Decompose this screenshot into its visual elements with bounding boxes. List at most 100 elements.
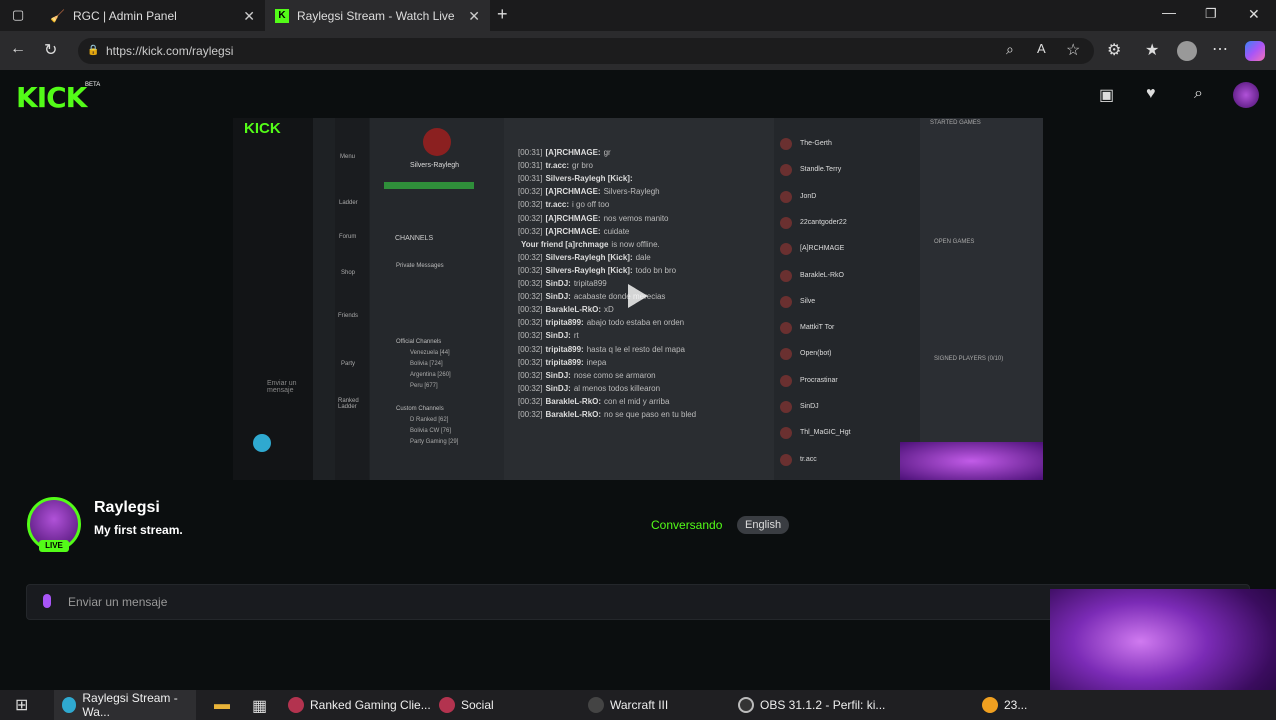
chat-time: [00:32] bbox=[518, 279, 543, 288]
video-chat-line: [00:32] [A]RCHMAGE: Silvers-Raylegh bbox=[518, 187, 660, 196]
video-user-avatar-icon bbox=[780, 138, 792, 150]
refresh-icon[interactable]: ↻ bbox=[44, 40, 57, 60]
taskbar-item-obs[interactable]: OBS 31.1.2 - Perfil: ki... bbox=[738, 690, 885, 720]
restore-icon[interactable]: ❐ bbox=[1205, 6, 1217, 22]
video-user-avatar-icon bbox=[780, 190, 792, 203]
new-tab-icon[interactable]: + bbox=[497, 4, 508, 25]
chat-time: [00:32] bbox=[518, 292, 543, 302]
copilot-icon[interactable] bbox=[1245, 41, 1265, 61]
chat-time: [00:31] bbox=[518, 174, 543, 184]
chat-user: Your friend [a]rchmage bbox=[521, 239, 609, 249]
favorite-star-icon[interactable]: ☆ bbox=[1066, 40, 1080, 60]
calendar-icon[interactable]: ▣ bbox=[1099, 85, 1114, 105]
start-menu-icon[interactable]: ⊞ bbox=[15, 695, 28, 715]
microphone-icon[interactable] bbox=[43, 594, 51, 608]
video-user-name: MattkiT Tor bbox=[800, 324, 835, 332]
extensions-icon[interactable]: ⚙ bbox=[1107, 40, 1121, 60]
video-chat-line: [00:32] SinDJ: tripita899 bbox=[518, 279, 607, 288]
calculator-icon[interactable]: ▦ bbox=[252, 696, 267, 716]
video-chat-line: [00:32] [A]RCHMAGE: cuidate bbox=[518, 227, 629, 236]
video-chat-line: [00:32] BarakleL-RkO: con el mid y arriba bbox=[518, 397, 669, 406]
url-field[interactable]: 🔒 https://kick.com/raylegsi bbox=[78, 38, 1094, 64]
user-avatar[interactable] bbox=[1233, 82, 1259, 108]
broom-icon: 🧹 bbox=[50, 8, 65, 23]
video-user-avatar-icon bbox=[780, 348, 792, 361]
chat-time: [00:32] bbox=[518, 331, 543, 341]
zoom-icon[interactable]: ⌕ bbox=[1006, 41, 1014, 58]
video-channel-item: Peru [677] bbox=[410, 383, 438, 389]
tab-actions-icon[interactable]: ▢ bbox=[12, 7, 24, 23]
chat-message: acabaste donde merecias bbox=[573, 292, 666, 302]
play-icon[interactable] bbox=[628, 284, 648, 308]
chat-user: SinDJ: bbox=[545, 331, 571, 341]
chat-user: SinDJ: bbox=[545, 279, 571, 288]
video-user-avatar-icon bbox=[780, 401, 792, 413]
video-player[interactable]: KICK Enviar un mensaje Menu Ladder Forum… bbox=[233, 118, 1043, 480]
video-official-header: Official Channels bbox=[396, 339, 442, 345]
tab-admin-panel[interactable]: 🧹 RGC | Admin Panel ✕ bbox=[40, 0, 265, 31]
video-user-name: BarakleL-RkO bbox=[800, 271, 844, 279]
close-window-icon[interactable]: ✕ bbox=[1248, 6, 1260, 23]
weather-widget[interactable]: 23... bbox=[982, 690, 1027, 720]
more-menu-icon[interactable]: ⋯ bbox=[1212, 39, 1228, 59]
heart-icon[interactable]: ♥ bbox=[1146, 85, 1156, 103]
chat-time: [00:32] bbox=[518, 252, 543, 262]
profile-avatar[interactable] bbox=[1177, 41, 1197, 61]
weather-icon bbox=[982, 697, 998, 713]
language-tag[interactable]: English bbox=[737, 516, 790, 534]
close-tab-icon[interactable]: ✕ bbox=[243, 8, 255, 25]
kick-logo[interactable]: KICK bbox=[16, 81, 87, 114]
chat-message: nos vemos manito bbox=[603, 213, 669, 223]
video-chat-line: [00:32] tripita899: abajo todo estaba en o… bbox=[518, 318, 684, 327]
video-chat-line: [00:31] [A]RCHMAGE: gr bbox=[518, 148, 611, 157]
chat-time: [00:31] bbox=[518, 161, 543, 171]
chat-time: [00:32] bbox=[518, 318, 543, 328]
chat-message: dale bbox=[635, 252, 651, 262]
video-channel-item: Party Gaming [29] bbox=[410, 439, 459, 445]
nav-label: Ranked Ladder bbox=[338, 398, 359, 410]
video-chat-placeholder: Enviar un mensaje bbox=[267, 380, 297, 394]
category-link[interactable]: Conversando bbox=[651, 518, 722, 532]
video-chat-line: [00:32] tripita899: hasta q le el resto de… bbox=[518, 345, 685, 354]
taskbar-item-warcraft[interactable]: Warcraft III bbox=[588, 690, 668, 720]
chat-message: con el mid y arriba bbox=[604, 396, 670, 406]
search-icon[interactable]: ⌕ bbox=[1194, 85, 1203, 103]
file-explorer-icon[interactable]: ▬ bbox=[214, 696, 230, 714]
minimize-icon[interactable]: — bbox=[1162, 4, 1176, 20]
chat-time: [00:32] bbox=[518, 213, 543, 223]
streamer-name[interactable]: Raylegsi bbox=[94, 499, 160, 517]
taskbar-label: Warcraft III bbox=[610, 698, 669, 712]
browser-tab-bar: ▢ 🧹 RGC | Admin Panel ✕ K Raylegsi Strea… bbox=[0, 0, 1276, 31]
video-games-panel: STARTED GAMES OPEN GAMES SIGNED PLAYERS … bbox=[920, 118, 1043, 480]
video-games-header: STARTED GAMES bbox=[930, 120, 981, 126]
tab-raylegsi-stream[interactable]: K Raylegsi Stream - Watch Live on K ✕ bbox=[265, 0, 490, 31]
video-user-avatar-icon bbox=[780, 322, 792, 335]
video-channel-item: D Ranked [62] bbox=[410, 417, 449, 423]
video-chat-line: [00:32] Silvers-Raylegh [Kick]: dale bbox=[518, 253, 651, 262]
taskbar-label: OBS 31.1.2 - Perfil: ki... bbox=[760, 698, 886, 712]
chat-message: i go off too bbox=[572, 200, 610, 210]
taskbar-item-rgc[interactable]: Ranked Gaming Clie... bbox=[288, 690, 431, 720]
site-header: KICK BETA ▣ ♥ ⌕ bbox=[0, 70, 1276, 122]
chat-time: [00:32] bbox=[518, 370, 543, 380]
chat-message: no se que paso en tu bled bbox=[604, 410, 697, 419]
back-icon[interactable]: ← bbox=[10, 40, 26, 58]
video-chat-line: [00:32] Silvers-Raylegh [Kick]: todo bn br… bbox=[518, 266, 676, 275]
video-chat-line: [00:32] BarakleL-RkO: no se que paso en tu… bbox=[518, 410, 696, 419]
taskbar-item-edge[interactable]: Raylegsi Stream - Wa... bbox=[54, 690, 196, 720]
video-user-name: JonD bbox=[800, 192, 817, 200]
video-private-header: Private Messages bbox=[396, 263, 444, 269]
read-aloud-icon[interactable]: A bbox=[1037, 41, 1046, 56]
video-user-name: Thl_MaGIC_Hgt bbox=[800, 429, 851, 437]
video-kick-logo: KICK bbox=[244, 120, 281, 137]
url-text: https://kick.com/raylegsi bbox=[106, 44, 234, 58]
chat-message: cuidate bbox=[603, 226, 630, 236]
favorites-icon[interactable]: ★ bbox=[1145, 40, 1159, 60]
video-user-name: 22cantgoder22 bbox=[800, 218, 847, 226]
taskbar-item-social[interactable]: Social bbox=[439, 690, 494, 720]
close-tab-icon[interactable]: ✕ bbox=[468, 8, 480, 25]
video-user-avatar-icon bbox=[780, 295, 792, 308]
video-user-avatar-icon bbox=[780, 243, 792, 256]
video-chat-line: [00:32] SinDJ: al menos todos killearon bbox=[518, 384, 660, 393]
rgc-icon bbox=[288, 697, 304, 713]
